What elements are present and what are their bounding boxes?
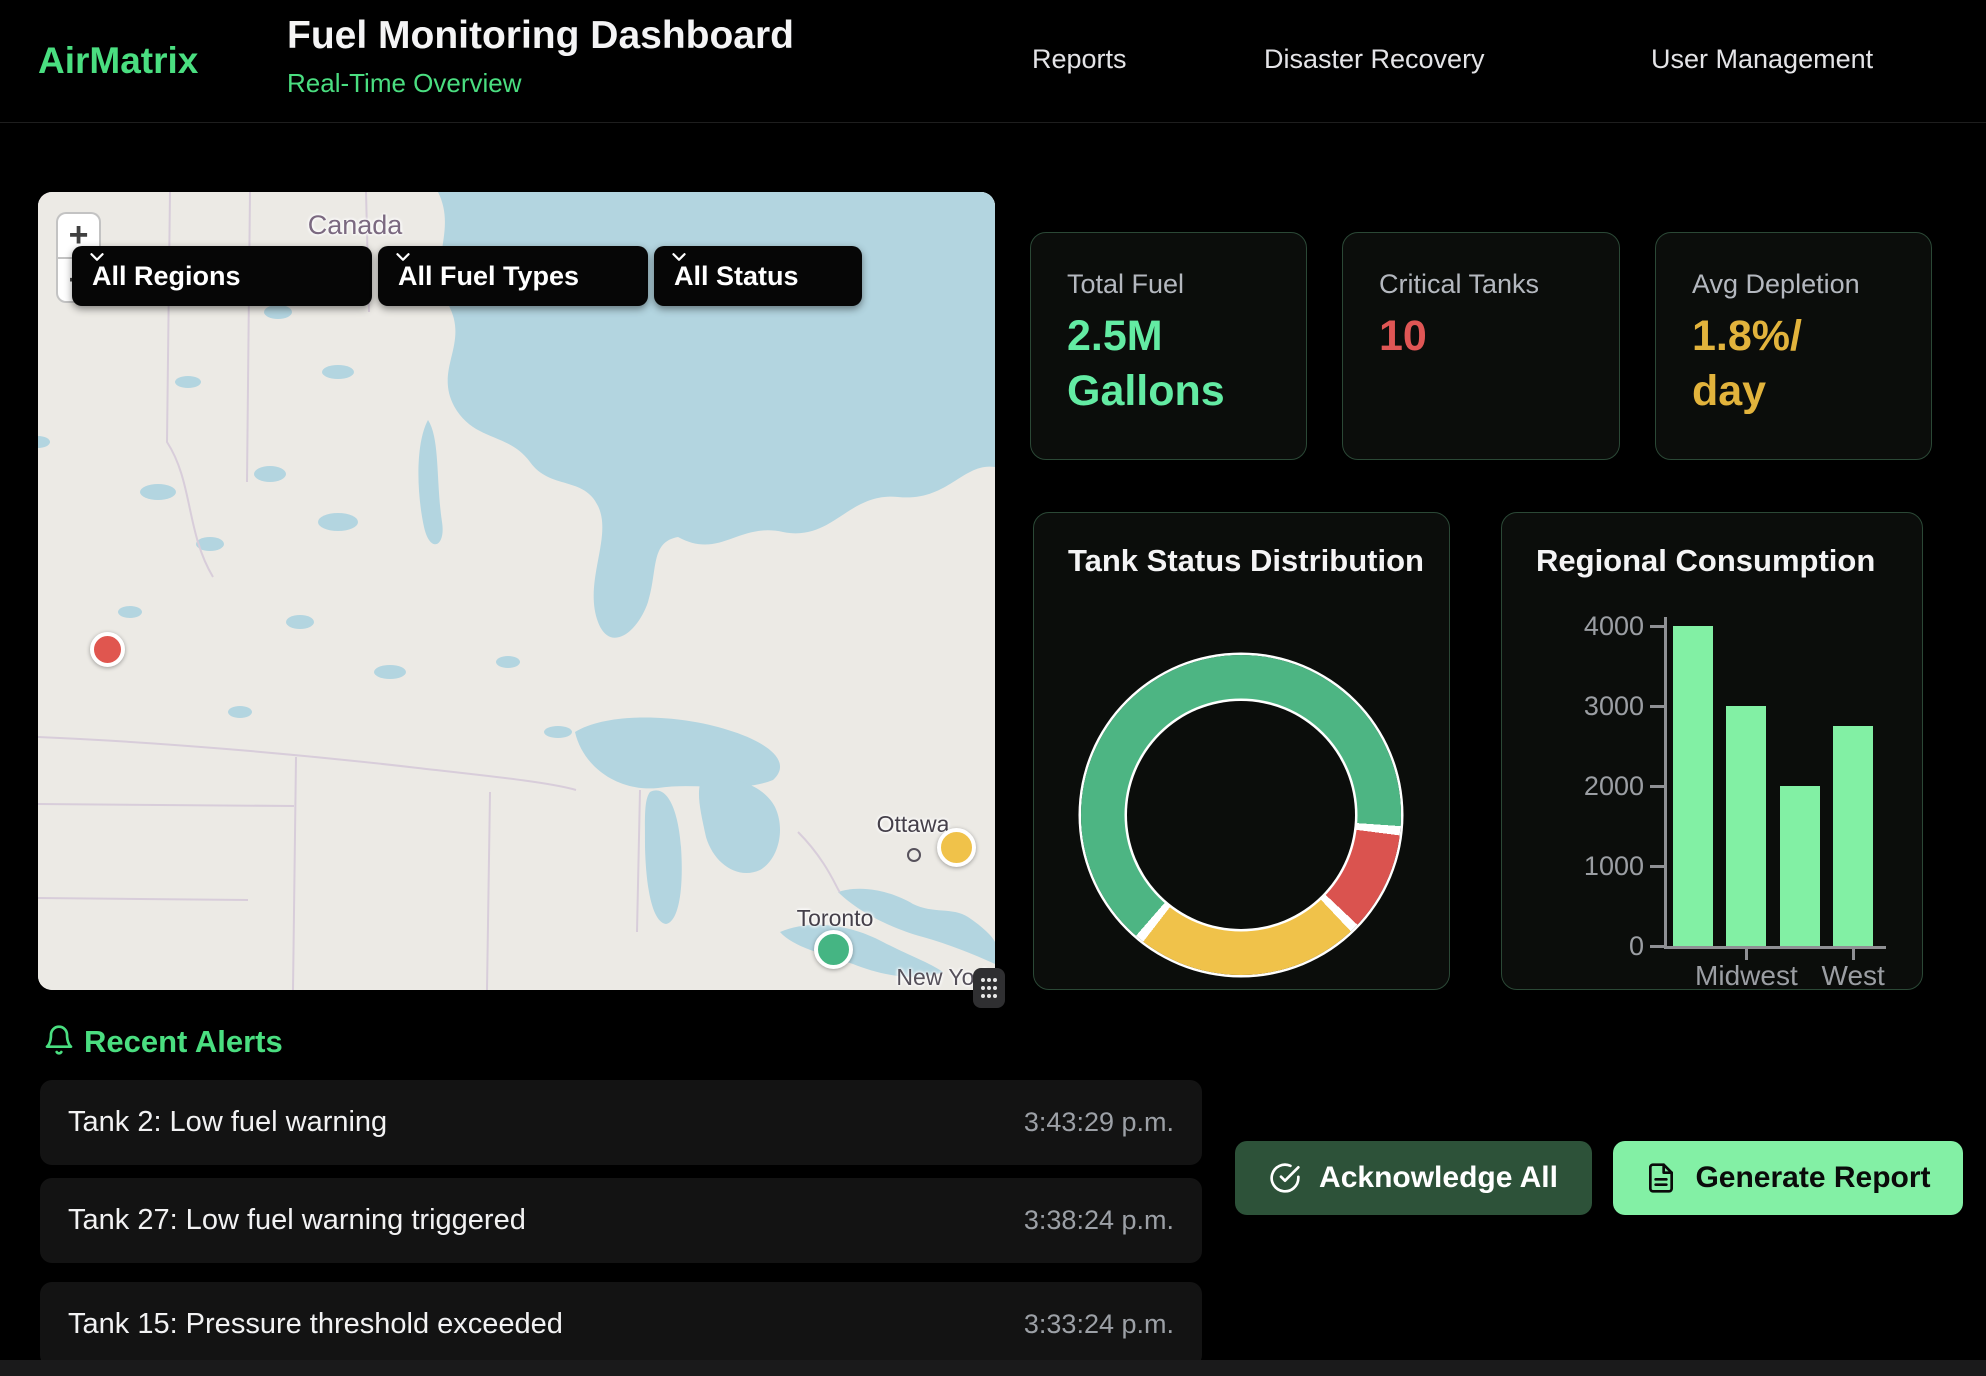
fuel-monitoring-dashboard: AirMatrix Fuel Monitoring Dashboard Real… xyxy=(0,0,1986,1376)
map-canvas xyxy=(38,192,995,990)
critical-tanks-card: Critical Tanks 10 xyxy=(1342,232,1620,460)
alert-time: 3:43:29 p.m. xyxy=(1024,1080,1174,1165)
bar-chart-title: Regional Consumption xyxy=(1536,543,1875,579)
total-fuel-label: Total Fuel xyxy=(1067,269,1184,300)
critical-tanks-label: Critical Tanks xyxy=(1379,269,1539,300)
file-text-icon xyxy=(1645,1162,1677,1194)
y-axis-tick-label: 1000 xyxy=(1530,849,1644,883)
x-axis-tick xyxy=(1745,949,1748,960)
y-axis-line xyxy=(1664,617,1667,949)
alert-row[interactable]: Tank 15: Pressure threshold exceeded 3:3… xyxy=(40,1282,1202,1367)
map-label-canada: Canada xyxy=(308,210,403,241)
tank-marker-yellow[interactable] xyxy=(937,828,976,867)
x-axis-tick xyxy=(1852,949,1855,960)
regional-consumption-card: 0 1000 2000 3000 4000 Midwest West Regional Co… xyxy=(1501,512,1923,990)
bar xyxy=(1726,706,1766,946)
alert-text: Tank 2: Low fuel warning xyxy=(68,1080,387,1165)
y-axis-tick-label: 0 xyxy=(1530,929,1644,963)
tank-status-distribution-card: Tank Status Distribution xyxy=(1033,512,1450,990)
alert-row[interactable]: Tank 2: Low fuel warning 3:43:29 p.m. xyxy=(40,1080,1202,1165)
alert-row[interactable]: Tank 27: Low fuel warning triggered 3:38… xyxy=(40,1178,1202,1263)
alert-time: 3:38:24 p.m. xyxy=(1024,1178,1174,1263)
y-axis-tick xyxy=(1650,785,1664,788)
nav-reports[interactable]: Reports xyxy=(1032,44,1127,75)
y-axis-tick-label: 2000 xyxy=(1530,769,1644,803)
bell-icon xyxy=(43,1024,75,1056)
critical-tanks-value: 10 xyxy=(1379,309,1427,364)
bar xyxy=(1673,626,1713,946)
alert-text: Tank 27: Low fuel warning triggered xyxy=(68,1178,526,1263)
avg-depletion-card: Avg Depletion 1.8%/day xyxy=(1655,232,1932,460)
y-axis-tick-label: 3000 xyxy=(1530,689,1644,723)
chevron-down-icon xyxy=(392,246,414,268)
check-circle-icon xyxy=(1269,1162,1301,1194)
ottawa-city-symbol xyxy=(907,848,921,862)
bar xyxy=(1833,726,1873,946)
page-subtitle: Real-Time Overview xyxy=(287,68,522,99)
alert-text: Tank 15: Pressure threshold exceeded xyxy=(68,1282,563,1367)
nav-disaster-recovery[interactable]: Disaster Recovery xyxy=(1264,44,1485,75)
y-axis-tick xyxy=(1650,625,1664,628)
y-axis-tick xyxy=(1650,945,1664,948)
bottom-strip xyxy=(0,1360,1986,1376)
map-label-toronto: Toronto xyxy=(797,905,874,932)
x-axis-tick-label: Midwest xyxy=(1695,960,1798,992)
donut-hole xyxy=(1127,701,1355,929)
tank-marker-green[interactable] xyxy=(814,930,853,969)
map-label-ottawa: Ottawa xyxy=(877,811,950,838)
brand-logo[interactable]: AirMatrix xyxy=(38,40,198,82)
total-fuel-card: Total Fuel 2.5MGallons xyxy=(1030,232,1307,460)
region-filter-select[interactable]: All Regions xyxy=(72,246,372,306)
y-axis-tick xyxy=(1650,865,1664,868)
recent-alerts-title: Recent Alerts xyxy=(84,1024,283,1060)
tank-marker-red[interactable] xyxy=(90,632,125,667)
acknowledge-all-button[interactable]: Acknowledge All xyxy=(1235,1141,1592,1215)
page-title: Fuel Monitoring Dashboard xyxy=(287,14,794,58)
avg-depletion-label: Avg Depletion xyxy=(1692,269,1860,300)
header: AirMatrix Fuel Monitoring Dashboard Real… xyxy=(0,0,1986,123)
generate-report-button[interactable]: Generate Report xyxy=(1613,1141,1963,1215)
grip-dots xyxy=(979,975,999,1001)
donut-chart-title: Tank Status Distribution xyxy=(1068,543,1424,579)
bar xyxy=(1780,786,1820,946)
fuel-type-filter-select[interactable]: All Fuel Types xyxy=(378,246,648,306)
nav-user-management[interactable]: User Management xyxy=(1651,44,1873,75)
y-axis-tick xyxy=(1650,705,1664,708)
status-filter-value: All Status xyxy=(674,261,799,292)
map[interactable]: Canada Ottawa Toronto New York + − All R… xyxy=(38,192,995,990)
fuel-type-filter-value: All Fuel Types xyxy=(398,261,579,292)
total-fuel-value: 2.5MGallons xyxy=(1067,309,1225,419)
chevron-down-icon xyxy=(86,246,108,268)
region-filter-value: All Regions xyxy=(92,261,241,292)
bar-plot: 0 1000 2000 3000 4000 Midwest West xyxy=(1502,513,1924,991)
acknowledge-all-label: Acknowledge All xyxy=(1319,1161,1558,1195)
status-filter-select[interactable]: All Status xyxy=(654,246,862,306)
alert-time: 3:33:24 p.m. xyxy=(1024,1282,1174,1367)
generate-report-label: Generate Report xyxy=(1695,1161,1930,1195)
drag-grip-icon[interactable] xyxy=(973,968,1005,1008)
donut-chart xyxy=(1081,655,1401,975)
chevron-down-icon xyxy=(668,246,690,268)
avg-depletion-value: 1.8%/day xyxy=(1692,309,1802,419)
y-axis-tick-label: 4000 xyxy=(1530,609,1644,643)
x-axis-tick-label: West xyxy=(1822,960,1885,992)
